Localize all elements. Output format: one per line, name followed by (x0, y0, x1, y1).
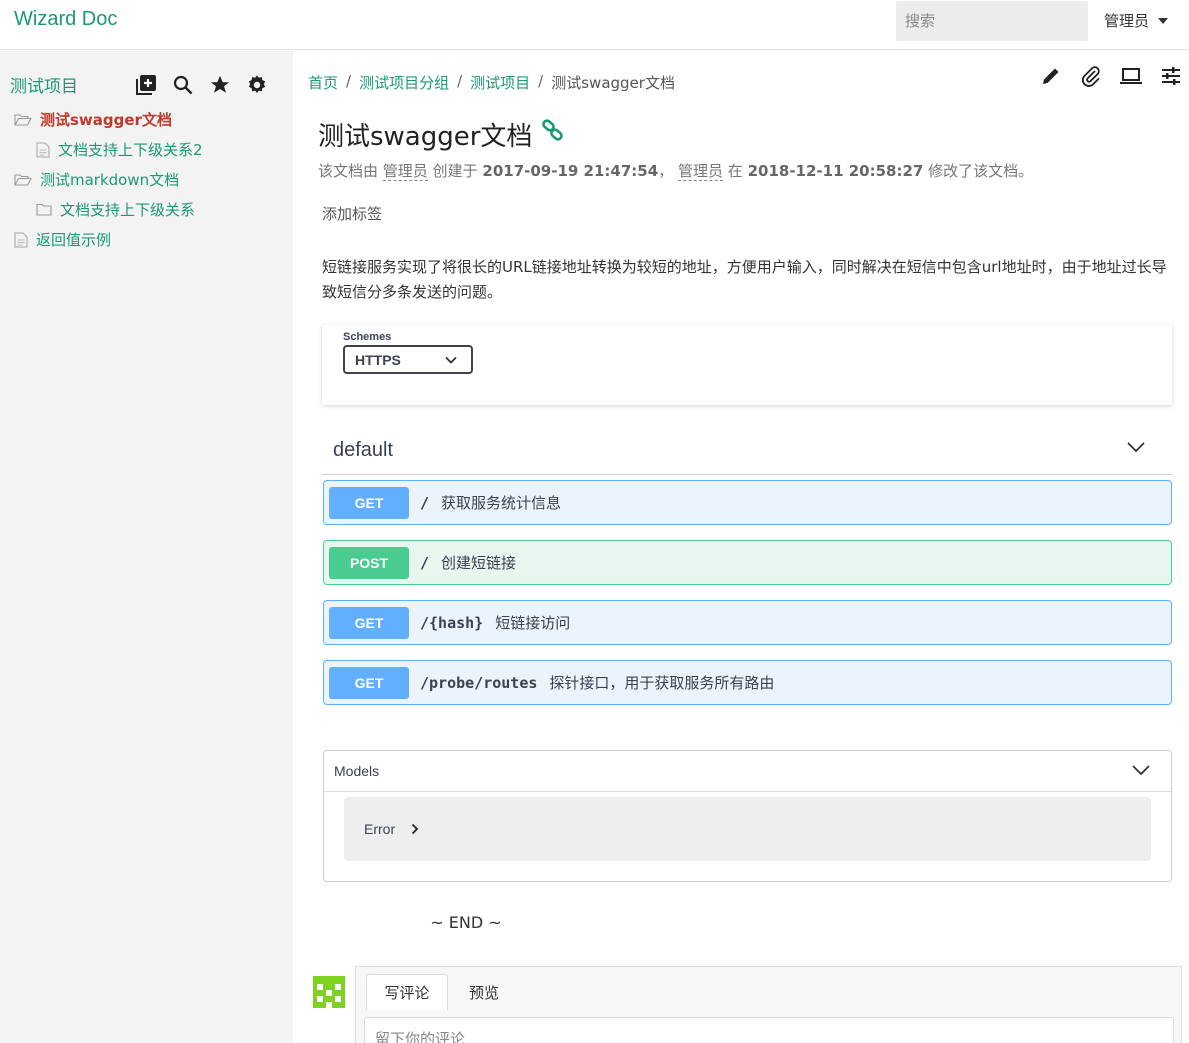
end-marker: ~ END ~ (0, 913, 1189, 932)
sidebar-item-label: 测试swagger文档 (40, 111, 172, 129)
top-navbar: Wizard Doc 管理员 (0, 0, 1189, 50)
breadcrumb-group[interactable]: 测试项目分组 (359, 72, 449, 93)
tag-name: default (333, 439, 394, 461)
folder-open-icon (14, 173, 32, 186)
operation-summary: 获取服务统计信息 (441, 494, 562, 512)
sidebar-item-return-example[interactable]: 返回值示例 (14, 229, 111, 250)
sidebar-toolbar (134, 73, 269, 97)
operation-get-root[interactable]: GET / 获取服务统计信息 (323, 480, 1172, 525)
operation-path: /probe/routes (420, 673, 538, 692)
method-badge: POST (329, 546, 409, 579)
operation-get-probe-routes[interactable]: GET /probe/routes 探针接口，用于获取服务所有路由 (323, 660, 1172, 705)
breadcrumb-current: 测试swagger文档 (551, 74, 675, 92)
operation-summary: 短链接访问 (495, 614, 571, 632)
sliders-icon[interactable] (1159, 64, 1183, 88)
models-header[interactable]: Models (324, 751, 1171, 792)
end-text: ~ END ~ (430, 913, 502, 932)
schemes-panel: Schemes HTTPS (322, 325, 1172, 405)
meta-modified-suffix: 修改了该文档。 (928, 162, 1034, 180)
breadcrumb-project[interactable]: 测试项目 (470, 72, 530, 93)
created-at: 2017-09-19 21:47:54 (482, 162, 659, 180)
models-title: Models (334, 763, 380, 779)
meta-comma: ， (658, 162, 674, 180)
folder-open-icon (14, 113, 32, 126)
search-icon[interactable] (171, 73, 195, 97)
operation-path: / (420, 553, 430, 572)
meta-prefix: 该文档由 (318, 162, 379, 180)
operation-path: / (420, 493, 430, 512)
caret-down-icon (1158, 17, 1169, 24)
search-input[interactable] (896, 1, 1088, 41)
doc-description: 短链接服务实现了将很长的URL链接地址转换为较短的地址，方便用户输入，同时解决在… (322, 258, 1167, 301)
file-icon (36, 141, 50, 158)
model-name: Error (364, 821, 396, 837)
sidebar-item-swagger-doc[interactable]: 测试swagger文档 (14, 109, 172, 130)
link-icon[interactable] (540, 118, 566, 151)
models-panel: Models Error (323, 750, 1172, 882)
method-badge: GET (329, 486, 409, 519)
breadcrumb-separator: / (538, 72, 544, 90)
breadcrumb-separator: / (346, 72, 352, 90)
breadcrumb-separator: / (457, 72, 463, 90)
user-menu[interactable]: 管理员 (1104, 10, 1169, 31)
add-tag-button[interactable]: 添加标签 (322, 203, 382, 224)
sidebar-item-label: 测试markdown文档 (40, 171, 180, 189)
star-icon[interactable] (208, 73, 232, 97)
folder-icon (36, 203, 52, 216)
sidebar: 测试项目 测试swagger文档 文档支持上下级关系2 测试markdown文档… (0, 51, 293, 1043)
comment-editor: 写评论 预览 (355, 966, 1182, 1043)
operation-summary: 探针接口，用于获取服务所有路由 (549, 674, 775, 692)
operation-get-hash[interactable]: GET /{hash} 短链接访问 (323, 600, 1172, 645)
schemes-label: Schemes (343, 331, 392, 343)
doc-meta: 该文档由 管理员 创建于 2017-09-19 21:47:54， 管理员 在 … (318, 160, 1033, 181)
operation-summary: 创建短链接 (441, 554, 517, 572)
pencil-icon[interactable] (1039, 64, 1063, 88)
operation-path: /{hash} (420, 613, 484, 632)
modifier-link[interactable]: 管理员 (677, 162, 723, 181)
gear-icon[interactable] (245, 73, 269, 97)
creator-link[interactable]: 管理员 (382, 162, 428, 181)
sidebar-item-label: 文档支持上下级关系2 (58, 141, 203, 159)
tab-write-comment[interactable]: 写评论 (366, 974, 448, 1010)
schemes-select[interactable]: HTTPS (343, 345, 473, 374)
breadcrumb: 首页 / 测试项目分组 / 测试项目 / 测试swagger文档 (308, 72, 675, 93)
operation-post-root[interactable]: POST / 创建短链接 (323, 540, 1172, 585)
method-badge: GET (329, 666, 409, 699)
sidebar-item-markdown-doc[interactable]: 测试markdown文档 (14, 169, 179, 190)
comment-input[interactable] (364, 1017, 1174, 1043)
add-doc-icon[interactable] (134, 73, 158, 97)
doc-toolbar (1039, 64, 1183, 88)
chevron-down-icon (445, 356, 457, 364)
sidebar-item-child-relation[interactable]: 文档支持上下级关系 (36, 199, 195, 220)
paperclip-icon[interactable] (1079, 64, 1103, 88)
avatar (313, 976, 345, 1008)
chevron-down-icon (1132, 765, 1150, 776)
project-title[interactable]: 测试项目 (10, 72, 78, 97)
tag-default-header[interactable]: default (322, 430, 1172, 475)
laptop-icon[interactable] (1119, 64, 1143, 88)
meta-modified-text: 在 (727, 162, 743, 180)
brand-logo[interactable]: Wizard Doc (14, 8, 117, 31)
sidebar-item-label: 文档支持上下级关系 (60, 201, 196, 219)
doc-title-text: 测试swagger文档 (318, 122, 533, 152)
modified-at: 2018-12-11 20:58:27 (747, 162, 924, 180)
method-badge: GET (329, 606, 409, 639)
file-icon (14, 231, 28, 248)
model-error[interactable]: Error (344, 797, 1151, 861)
sidebar-item-label: 返回值示例 (36, 231, 112, 249)
chevron-right-icon (411, 823, 419, 835)
schemes-select-value: HTTPS (355, 351, 401, 368)
user-menu-label: 管理员 (1104, 12, 1150, 30)
chevron-down-icon (1127, 442, 1145, 453)
doc-title: 测试swagger文档 (318, 116, 566, 153)
breadcrumb-home[interactable]: 首页 (308, 72, 338, 93)
sidebar-item-child-relation-2[interactable]: 文档支持上下级关系2 (36, 139, 203, 160)
tab-preview[interactable]: 预览 (456, 974, 512, 1010)
meta-created-text: 创建于 (432, 162, 478, 180)
